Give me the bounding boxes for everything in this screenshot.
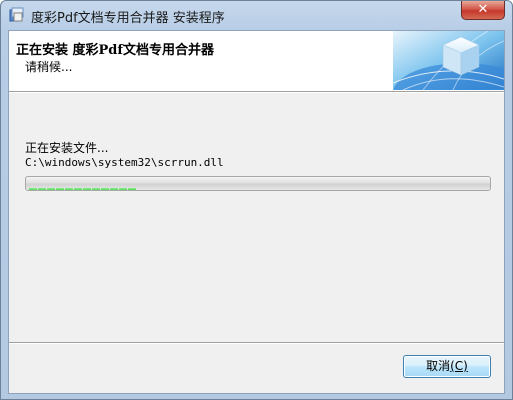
- installer-icon: [9, 7, 24, 22]
- progress-block: [38, 188, 46, 190]
- progress-block: [83, 188, 91, 190]
- wizard-client-area: 正在安装 度彩Pdf文档专用合并器 请稍候... 正在安装文件... C:\wi…: [8, 30, 505, 394]
- progress-block: [92, 188, 100, 190]
- progress-block: [65, 188, 73, 190]
- close-button[interactable]: ✕: [461, 1, 505, 20]
- status-label: 正在安装文件...: [25, 141, 109, 155]
- footer-divider-highlight: [9, 343, 504, 344]
- header-title: 正在安装 度彩Pdf文档专用合并器: [16, 43, 214, 58]
- cancel-button-label: 取消: [426, 359, 451, 373]
- header-divider: [9, 92, 504, 93]
- header-subtitle: 请稍候...: [25, 60, 73, 74]
- progress-block: [74, 188, 82, 190]
- progress-block: [56, 188, 64, 190]
- progress-block: [128, 188, 136, 190]
- close-icon: ✕: [477, 2, 489, 17]
- progress-block: [47, 188, 55, 190]
- title-bar[interactable]: 度彩Pdf文档专用合并器 安装程序 ✕: [1, 1, 512, 29]
- progress-block: [101, 188, 109, 190]
- cube-globe-graphic: [393, 31, 504, 90]
- progress-block: [110, 188, 118, 190]
- installer-window: 度彩Pdf文档专用合并器 安装程序 ✕ 正在安装 度彩Pdf文档专用合并器 请稍…: [0, 0, 513, 400]
- progress-block: [29, 188, 37, 190]
- current-file-path: C:\windows\system32\scrrun.dll: [25, 156, 224, 169]
- install-progress-bar: [25, 176, 491, 191]
- progress-fill: [29, 180, 137, 190]
- progress-block: [119, 188, 127, 190]
- window-title: 度彩Pdf文档专用合并器 安装程序: [31, 11, 225, 26]
- cancel-accelerator: (C): [450, 359, 468, 373]
- wizard-header: 正在安装 度彩Pdf文档专用合并器 请稍候...: [9, 31, 504, 92]
- cancel-button[interactable]: 取消(C): [403, 355, 491, 378]
